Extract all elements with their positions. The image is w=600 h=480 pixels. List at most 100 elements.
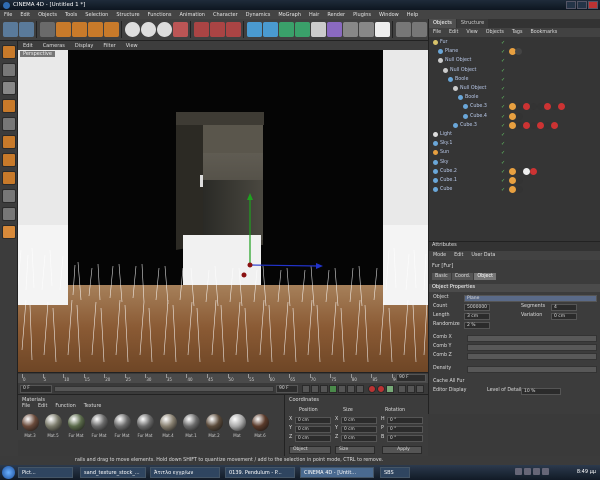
materials-menu-file[interactable]: File <box>18 404 34 412</box>
next-frame-icon[interactable] <box>338 385 346 393</box>
length-field[interactable]: 3 cm <box>464 313 490 320</box>
object-tag-icon[interactable] <box>544 103 551 111</box>
object-menu-bookmarks[interactable]: Bookmarks <box>526 30 561 35</box>
tab-basic[interactable]: Basic <box>432 273 451 280</box>
minimize-button[interactable] <box>566 1 576 9</box>
menu-item-selection[interactable]: Selection <box>81 12 112 18</box>
material-swatch[interactable] <box>45 414 62 431</box>
visibility-check-icon[interactable]: ✓ <box>501 169 505 175</box>
taskbar-item[interactable]: CINEMA 4D - [Untit... <box>300 467 374 478</box>
viewport-menu-edit[interactable]: Edit <box>18 43 38 49</box>
count-field[interactable]: 5000000 <box>464 304 490 311</box>
taskbar-item[interactable]: SBS <box>380 467 410 478</box>
scene-icon[interactable] <box>327 22 342 37</box>
object-tag-icon[interactable] <box>516 121 523 129</box>
object-tag-icon[interactable] <box>516 186 523 194</box>
visibility-check-icon[interactable]: ✓ <box>501 68 505 74</box>
menu-item-file[interactable]: File <box>0 12 16 18</box>
visibility-check-icon[interactable]: ✓ <box>501 58 505 64</box>
material-swatch[interactable] <box>206 414 223 431</box>
object-name[interactable]: Boole <box>465 95 478 100</box>
start-button[interactable] <box>2 466 15 479</box>
tab-object[interactable]: Object <box>474 273 497 280</box>
position-field[interactable]: 0 cm <box>295 417 331 424</box>
polygons-mode-icon[interactable] <box>2 171 16 185</box>
visibility-check-icon[interactable]: ✓ <box>501 40 505 46</box>
go-to-end-icon[interactable] <box>356 385 364 393</box>
object-row[interactable]: Boole ✓ <box>429 76 600 85</box>
comb-z-slider[interactable] <box>467 353 597 360</box>
visibility-check-icon[interactable]: ✓ <box>501 86 505 92</box>
taskbar-item[interactable]: Άτιτλο εγγρ/ων <box>150 467 220 478</box>
make-editable-icon[interactable] <box>2 45 16 59</box>
menu-item-render[interactable]: Render <box>323 12 349 18</box>
object-row[interactable]: Boole ✓ <box>429 94 600 103</box>
material-swatch[interactable] <box>114 414 131 431</box>
object-row[interactable]: Cube.2 ✓ <box>429 167 600 177</box>
object-row[interactable]: Cube.3 ✓ <box>429 121 600 131</box>
object-row[interactable]: Plane ✓ <box>429 48 600 57</box>
object-name[interactable]: Cube <box>440 187 452 192</box>
object-tag-icon[interactable] <box>509 177 516 184</box>
autokey-icon[interactable] <box>377 385 385 393</box>
attributes-menu-user-data[interactable]: User Data <box>467 253 499 258</box>
next-key-icon[interactable] <box>347 385 355 393</box>
visibility-check-icon[interactable]: ✓ <box>501 160 505 166</box>
object-tag-icon[interactable] <box>509 167 516 175</box>
visibility-check-icon[interactable]: ✓ <box>501 77 505 83</box>
object-tag-icon[interactable] <box>516 103 523 111</box>
material-swatch[interactable] <box>22 414 39 431</box>
object-name[interactable]: Cube.3 <box>460 123 477 128</box>
material-swatch[interactable] <box>91 414 108 431</box>
object-name[interactable]: Plane <box>445 49 458 54</box>
keyframe-selection-icon[interactable] <box>386 385 394 393</box>
scale-icon[interactable] <box>72 22 87 37</box>
object-tag-icon[interactable] <box>544 121 551 129</box>
x-axis-icon[interactable] <box>125 22 140 37</box>
object-menu-edit[interactable]: Edit <box>445 30 462 35</box>
visibility-check-icon[interactable]: ✓ <box>501 104 505 110</box>
object-row[interactable]: Cube.4 ✓ <box>429 112 600 122</box>
object-tag-icon[interactable] <box>537 121 544 129</box>
material-swatch[interactable] <box>229 414 246 431</box>
object-name[interactable]: Sky.1 <box>440 141 452 146</box>
prev-key-icon[interactable] <box>311 385 319 393</box>
visibility-check-icon[interactable]: ✓ <box>501 132 505 138</box>
maximize-button[interactable] <box>577 1 587 9</box>
object-tag-icon[interactable] <box>551 121 558 129</box>
attributes-menu-mode[interactable]: Mode <box>429 253 450 258</box>
size-field[interactable]: 0 cm <box>341 417 377 424</box>
live-select-icon[interactable] <box>104 22 119 37</box>
visibility-check-icon[interactable]: ✓ <box>501 49 505 55</box>
menu-item-functions[interactable]: Functions <box>144 12 176 18</box>
render-picture-viewer-icon[interactable] <box>210 22 225 37</box>
level-of-detail-field[interactable]: 10 % <box>521 388 561 395</box>
object-tag-icon[interactable] <box>509 112 516 120</box>
viewport-menu-cameras[interactable]: Cameras <box>38 43 70 49</box>
edges-mode-icon[interactable] <box>2 153 16 167</box>
go-to-start-icon[interactable] <box>302 385 310 393</box>
attributes-menu-edit[interactable]: Edit <box>450 253 467 258</box>
camera-icon[interactable] <box>359 22 374 37</box>
object-name[interactable]: Null Object <box>450 68 476 73</box>
cache-all-fur-label[interactable]: Cache All Fur <box>433 379 464 384</box>
visibility-check-icon[interactable]: ✓ <box>501 141 505 147</box>
play-icon[interactable] <box>329 385 337 393</box>
select-icon[interactable] <box>40 22 55 37</box>
menu-item-edit[interactable]: Edit <box>16 12 34 18</box>
object-tag-icon[interactable] <box>537 103 544 111</box>
start-frame-field[interactable]: 0 F <box>20 385 52 393</box>
network-icon[interactable] <box>524 468 531 475</box>
menu-item-plugins[interactable]: Plugins <box>349 12 375 18</box>
object-menu-tags[interactable]: Tags <box>508 30 527 35</box>
object-row[interactable]: Null Object ✓ <box>429 57 600 66</box>
object-row[interactable]: Sky.1 ✓ <box>429 140 600 149</box>
object-name[interactable]: Cube.1 <box>440 178 457 183</box>
object-menu-objects[interactable]: Objects <box>482 30 508 35</box>
current-frame-field[interactable]: 90 F <box>396 374 426 382</box>
size-field[interactable]: 0 cm <box>341 426 377 433</box>
object-name[interactable]: Light <box>440 132 452 137</box>
object-tag-icon[interactable] <box>523 167 530 175</box>
object-row[interactable]: Sky ✓ <box>429 159 600 168</box>
object-name[interactable]: Boole <box>455 77 468 82</box>
